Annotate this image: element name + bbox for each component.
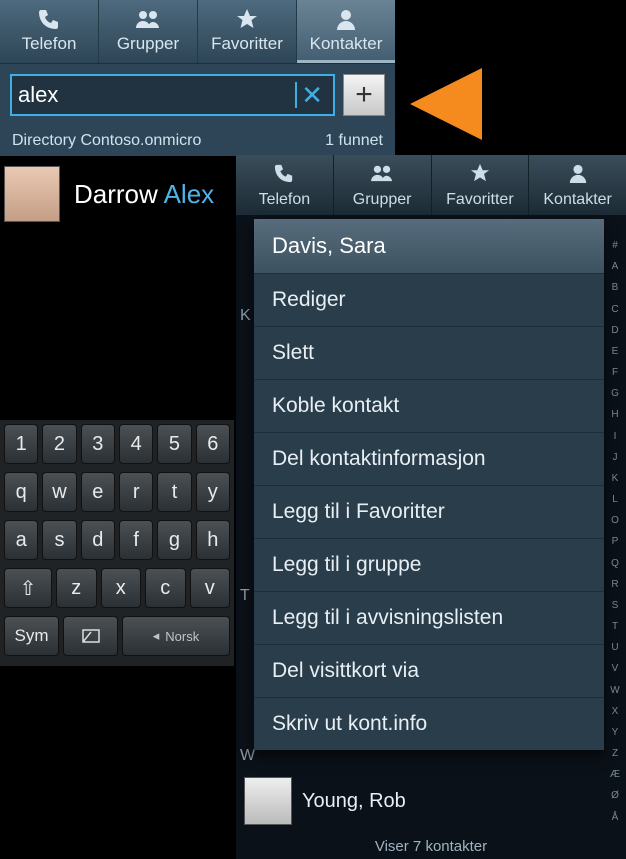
clear-icon[interactable]: ✕ (297, 80, 327, 111)
top-tabbar-b: Telefon Grupper Favoritter Kontakter (236, 155, 626, 215)
search-row: alex ✕ + (0, 64, 395, 126)
menu-item-del-visittkort[interactable]: Del visittkort via (254, 644, 604, 697)
key-language[interactable]: ◂Norsk (122, 616, 230, 656)
phone-icon (273, 163, 295, 188)
keyboard-row: Sym ◂Norsk (0, 612, 234, 660)
keyboard-row: a s d f g h (0, 516, 234, 564)
directory-label: Directory Contoso.onmicro (12, 132, 201, 150)
key-w[interactable]: w (42, 472, 76, 512)
key-e[interactable]: e (81, 472, 115, 512)
key-g[interactable]: g (157, 520, 191, 560)
tab-grupper[interactable]: Grupper (99, 0, 198, 63)
menu-item-slett[interactable]: Slett (254, 326, 604, 379)
key-input-mode[interactable] (63, 616, 118, 656)
person-icon (567, 163, 589, 188)
tab-telefon[interactable]: Telefon (0, 0, 99, 63)
screen-context-menu: Telefon Grupper Favoritter Kontakter K T… (236, 155, 626, 859)
menu-item-legg-til-gruppe[interactable]: Legg til i gruppe (254, 538, 604, 591)
star-icon (235, 8, 259, 30)
tab-telefon[interactable]: Telefon (236, 155, 334, 215)
group-icon (135, 8, 161, 30)
key-sym[interactable]: Sym (4, 616, 59, 656)
star-icon (469, 163, 491, 188)
keyboard-row: 1 2 3 4 5 6 (0, 420, 234, 468)
key-f[interactable]: f (119, 520, 153, 560)
key-2[interactable]: 2 (42, 424, 76, 464)
key-6[interactable]: 6 (196, 424, 230, 464)
tab-label: Kontakter (543, 191, 611, 209)
key-a[interactable]: a (4, 520, 38, 560)
menu-item-rediger[interactable]: Rediger (254, 273, 604, 326)
tab-grupper[interactable]: Grupper (334, 155, 432, 215)
search-input[interactable]: alex ✕ (10, 74, 335, 116)
key-y[interactable]: y (196, 472, 230, 512)
key-1[interactable]: 1 (4, 424, 38, 464)
key-shift[interactable]: ⇧ (4, 568, 52, 608)
context-menu-title: Davis, Sara (254, 219, 604, 273)
tab-label: Favoritter (211, 34, 283, 54)
tab-favoritter[interactable]: Favoritter (198, 0, 297, 63)
tab-label: Kontakter (310, 34, 383, 54)
section-letter: T (240, 587, 250, 605)
key-c[interactable]: c (145, 568, 186, 608)
contact-name: Darrow Alex (74, 179, 214, 210)
key-x[interactable]: x (101, 568, 142, 608)
tab-label: Grupper (353, 191, 412, 209)
section-letter: W (240, 747, 255, 765)
menu-item-skriv-ut[interactable]: Skriv ut kont.info (254, 697, 604, 750)
result-count: 1 funnet (325, 132, 383, 150)
section-letter: K (240, 307, 251, 325)
tab-label: Grupper (117, 34, 179, 54)
menu-item-del-kontaktinfo[interactable]: Del kontaktinformasjon (254, 432, 604, 485)
directory-header: Directory Contoso.onmicro 1 funnet (0, 126, 395, 156)
contact-row[interactable]: Young, Rob (244, 777, 406, 825)
az-index-bar[interactable]: # A B C D E F G H I J K L O P Q R S T U … (606, 235, 624, 829)
callout-arrow-icon (410, 68, 482, 140)
tab-favoritter[interactable]: Favoritter (432, 155, 530, 215)
tab-kontakter[interactable]: Kontakter (297, 0, 395, 63)
contact-name: Young, Rob (302, 790, 406, 813)
keyboard-row: ⇧ z x c v (0, 564, 234, 612)
avatar (4, 166, 60, 222)
context-menu: Davis, Sara Rediger Slett Koble kontakt … (254, 219, 604, 750)
person-icon (334, 8, 358, 30)
tab-label: Telefon (22, 34, 77, 54)
key-z[interactable]: z (56, 568, 97, 608)
key-d[interactable]: d (81, 520, 115, 560)
key-v[interactable]: v (190, 568, 231, 608)
add-contact-button[interactable]: + (343, 74, 385, 116)
top-tabbar-a: Telefon Grupper Favoritter Kontakter (0, 0, 395, 64)
menu-item-legg-til-favoritter[interactable]: Legg til i Favoritter (254, 485, 604, 538)
phone-icon (37, 8, 61, 30)
keyboard-row: q w e r t y (0, 468, 234, 516)
key-t[interactable]: t (157, 472, 191, 512)
key-5[interactable]: 5 (157, 424, 191, 464)
key-4[interactable]: 4 (119, 424, 153, 464)
key-r[interactable]: r (119, 472, 153, 512)
menu-item-koble-kontakt[interactable]: Koble kontakt (254, 379, 604, 432)
avatar (244, 777, 292, 825)
footer-count: Viser 7 kontakter (236, 838, 626, 855)
key-3[interactable]: 3 (81, 424, 115, 464)
tab-label: Favoritter (446, 191, 514, 209)
group-icon (370, 163, 394, 188)
key-s[interactable]: s (42, 520, 76, 560)
key-h[interactable]: h (196, 520, 230, 560)
tab-label: Telefon (259, 191, 311, 209)
search-value: alex (18, 82, 294, 108)
tab-kontakter[interactable]: Kontakter (529, 155, 626, 215)
key-q[interactable]: q (4, 472, 38, 512)
menu-item-legg-til-avvisning[interactable]: Legg til i avvisningslisten (254, 591, 604, 644)
keyboard: 1 2 3 4 5 6 q w e r t y a s d f g h ⇧ z … (0, 420, 234, 666)
